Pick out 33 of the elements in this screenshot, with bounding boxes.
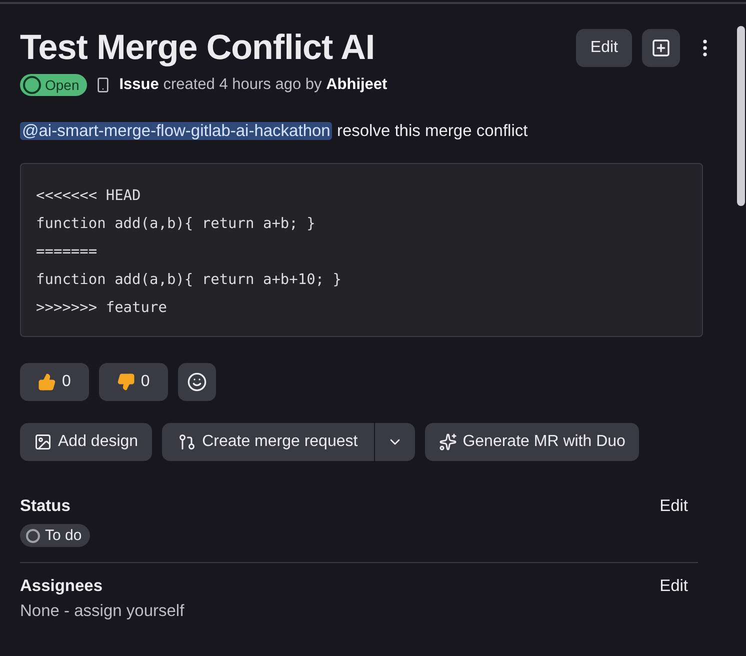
thumbs-up-icon — [38, 373, 56, 391]
add-design-button[interactable]: Add design — [20, 423, 152, 461]
create-merge-request-button[interactable]: Create merge request — [162, 423, 374, 461]
merge-request-icon — [178, 433, 196, 451]
issue-meta: Issue created 4 hours ago by Abhijeet — [119, 76, 388, 94]
edit-link[interactable]: Edit — [660, 576, 688, 596]
edit-link[interactable]: Edit — [660, 497, 688, 516]
code-line: function add(a,b){ return a+b+10; } — [36, 271, 343, 290]
thumbs-up-reaction[interactable]: 0 — [20, 363, 89, 401]
thumbs-down-reaction[interactable]: 0 — [98, 363, 168, 401]
section-value: None - assign yourself — [20, 602, 186, 620]
issue-title: Test Merge Conflict AI — [20, 28, 375, 68]
section-heading: Assignees — [20, 576, 103, 596]
sparkles-icon — [438, 433, 457, 451]
status-badge: To do — [20, 524, 90, 547]
mention-link[interactable]: @ai-smart-merge-flow-gitlab-ai-hackathon — [20, 122, 332, 140]
code-line: ======= — [36, 243, 98, 262]
code-line: <<<<<<< HEAD — [36, 187, 142, 206]
issue-type-icon — [95, 77, 112, 93]
description: @ai-smart-merge-flow-gitlab-ai-hackathon resolve this merge conflict — [20, 122, 529, 141]
generate-button[interactable]: Generate MR with Duo — [424, 423, 640, 461]
thumbs-down-icon — [116, 373, 135, 391]
edit-button[interactable]: Edit — [576, 29, 632, 67]
code-line: >>>>>>> feature — [36, 299, 168, 318]
code-line: function add(a,b){ return a+b; } — [36, 215, 316, 234]
section-heading: Status — [20, 497, 70, 516]
scrollbar-thumb[interactable] — [737, 26, 745, 206]
new-issue-button[interactable] — [642, 29, 680, 67]
square-plus-icon — [651, 38, 671, 58]
image-icon — [34, 433, 52, 451]
add-reaction-button[interactable] — [178, 363, 216, 401]
state-badge: Open — [20, 74, 88, 96]
smiley-icon — [186, 372, 207, 392]
